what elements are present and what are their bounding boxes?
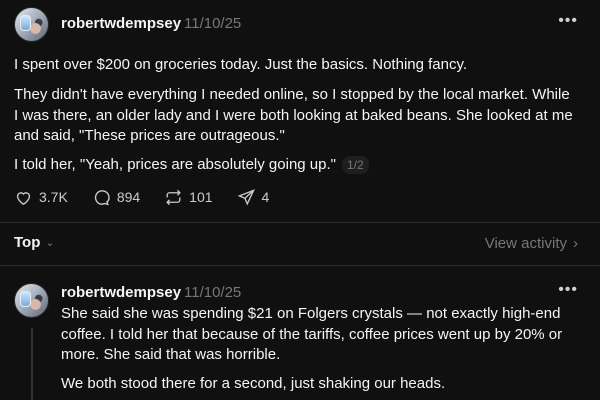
reply-timestamp: 11/10/25: [184, 284, 242, 301]
reply-avatar[interactable]: [14, 283, 49, 318]
thread-line: [31, 328, 33, 400]
post-paragraph-1: I spent over $200 on groceries today. Ju…: [14, 56, 468, 73]
view-activity-link[interactable]: View activity ›: [485, 235, 578, 252]
chevron-down-icon: ⌄: [45, 237, 55, 249]
reply-paragraph-1: She said she was spending $21 on Folgers…: [61, 305, 563, 363]
sort-label: Top: [14, 234, 41, 251]
page-indicator: 1/2: [341, 156, 369, 174]
share-icon: [237, 188, 255, 205]
divider: [0, 222, 600, 223]
sort-dropdown[interactable]: Top ⌄: [14, 234, 55, 251]
post-paragraph-2: They didn't have everything I needed onl…: [14, 86, 573, 144]
main-post: robertwdempsey 11/10/25 ••• I spent over…: [0, 0, 600, 222]
repost-count: 101: [189, 189, 213, 205]
share-count: 4: [261, 189, 270, 205]
repost-icon: [166, 189, 181, 205]
post-paragraph-3-text: I told her, "Yeah, prices are absolutely…: [14, 156, 336, 173]
like-button[interactable]: 3.7K: [14, 188, 68, 207]
post-paragraph-3: I told her, "Yeah, prices are absolutely…: [14, 155, 574, 176]
avatar[interactable]: [14, 7, 49, 42]
action-bar: 3.7K 894 101 4: [14, 186, 293, 208]
reply-more-icon[interactable]: •••: [558, 281, 578, 299]
like-count: 3.7K: [39, 189, 68, 205]
share-button[interactable]: 4: [237, 188, 270, 207]
post-username[interactable]: robertwdempsey: [61, 15, 181, 32]
reply-count: 894: [116, 189, 141, 205]
chevron-right-icon: ›: [573, 235, 578, 252]
divider: [0, 265, 600, 266]
post-timestamp: 11/10/25: [184, 15, 242, 32]
reply-username[interactable]: robertwdempsey: [61, 284, 181, 301]
view-activity-label: View activity: [484, 235, 567, 252]
reply-paragraph-2: We both stood there for a second, just s…: [61, 375, 446, 392]
more-icon[interactable]: •••: [558, 12, 578, 30]
comment-icon: [94, 189, 110, 205]
repost-button[interactable]: 101: [164, 188, 213, 207]
reply-button[interactable]: 894: [92, 188, 140, 207]
heart-icon: [16, 191, 31, 205]
